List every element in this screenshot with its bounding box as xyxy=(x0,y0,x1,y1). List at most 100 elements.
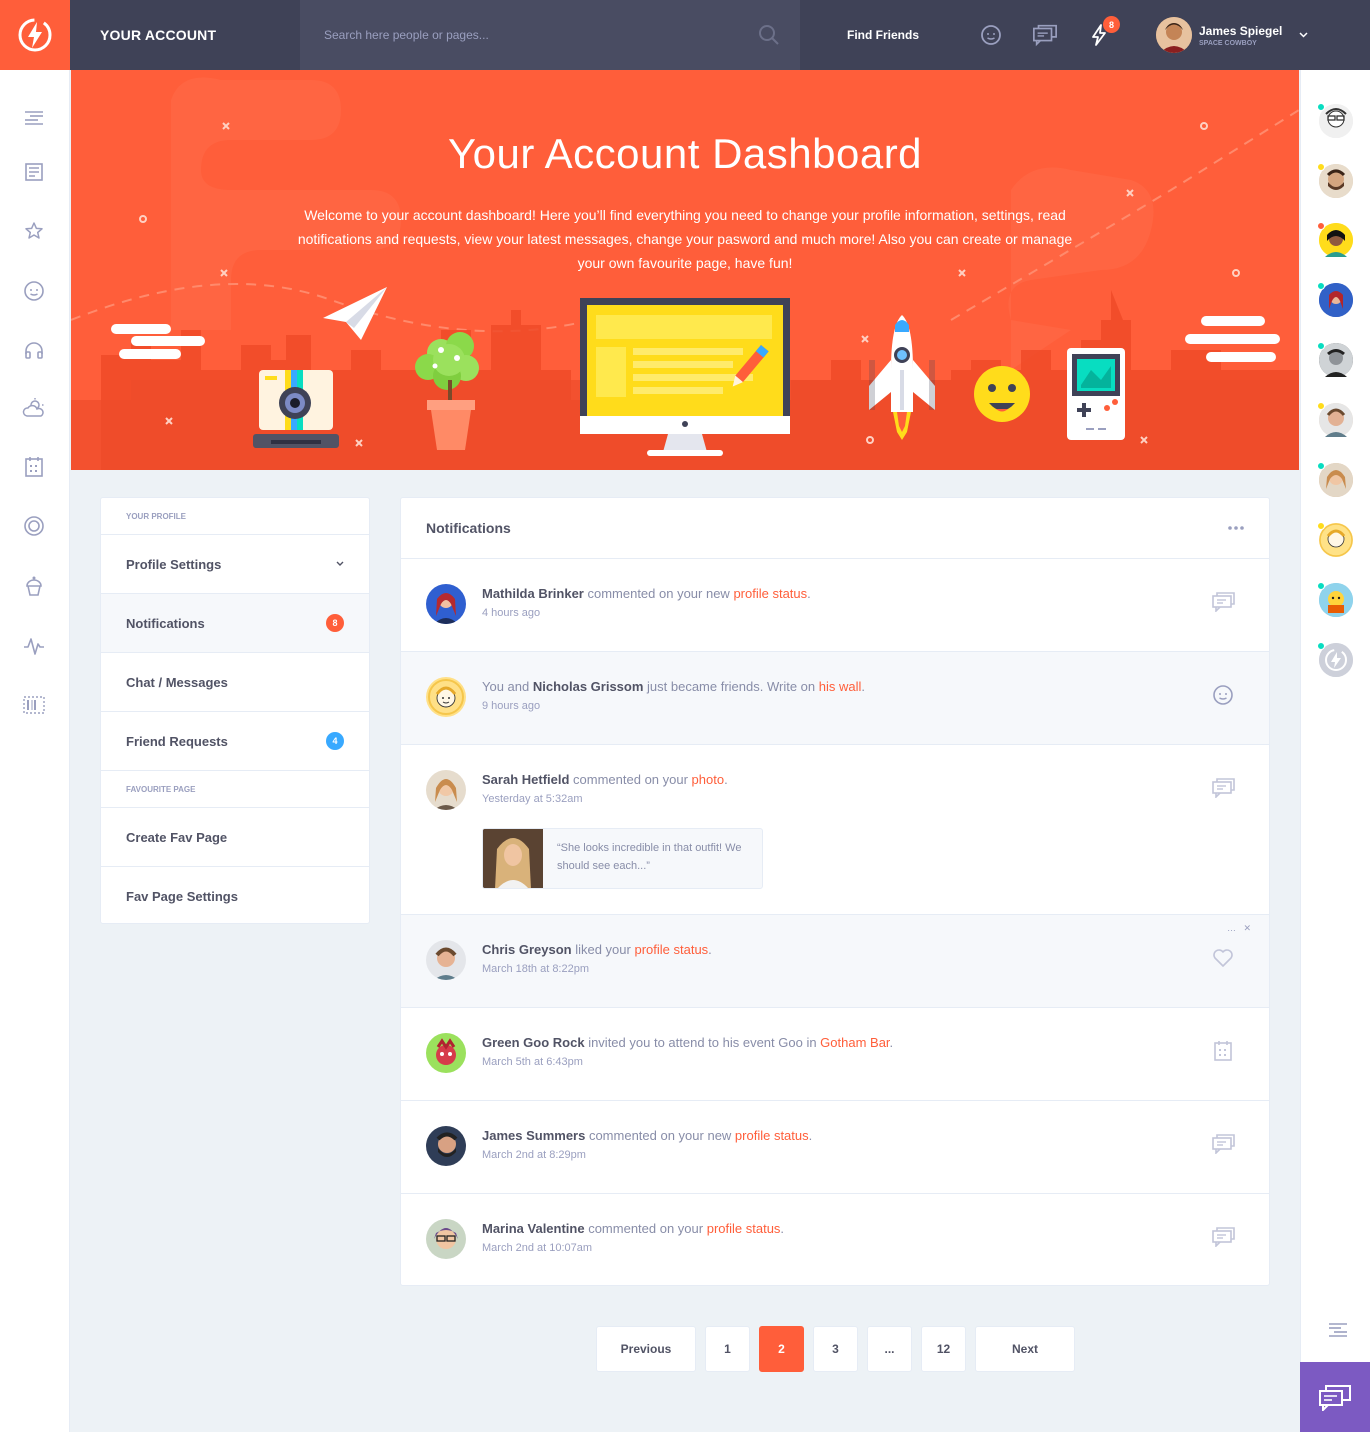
notification-row[interactable]: Sarah Hetfield commented on your photo. … xyxy=(401,745,1269,915)
page-button-12[interactable]: 12 xyxy=(921,1326,966,1372)
more-options-icon[interactable] xyxy=(1228,526,1244,530)
calendar-icon[interactable] xyxy=(1211,1039,1235,1063)
menu-item-label: Chat / Messages xyxy=(126,674,228,690)
avatar[interactable] xyxy=(426,584,466,624)
notification-author[interactable]: Sarah Hetfield xyxy=(482,772,569,787)
menu-item-notifications[interactable]: Notifications 8 xyxy=(101,594,369,653)
avatar[interactable] xyxy=(426,677,466,717)
settings-sliders-icon[interactable] xyxy=(1326,1318,1350,1342)
chevron-down-icon[interactable] xyxy=(336,561,344,567)
page-button-3[interactable]: 3 xyxy=(813,1326,858,1372)
menu-icon[interactable] xyxy=(22,106,46,130)
notification-author[interactable]: Chris Greyson xyxy=(482,942,572,957)
cupcake-icon[interactable] xyxy=(22,574,46,598)
menu-item-friend-requests[interactable]: Friend Requests 4 xyxy=(101,712,369,771)
notification-row[interactable]: Marina Valentine commented on your profi… xyxy=(401,1194,1269,1285)
menu-item-label: Profile Settings xyxy=(126,556,222,572)
notification-link[interactable]: profile status xyxy=(735,1128,809,1143)
more-options-icon[interactable]: … xyxy=(1227,923,1236,933)
friend-avatar[interactable] xyxy=(1317,163,1353,198)
notification-author[interactable]: Nicholas Grissom xyxy=(533,679,644,694)
notification-time: 4 hours ago xyxy=(482,607,541,619)
menu-item-profile-settings[interactable]: Profile Settings xyxy=(101,535,369,594)
notification-row[interactable]: Mathilda Brinker commented on your new p… xyxy=(401,559,1269,652)
target-icon[interactable] xyxy=(22,514,46,538)
friend-avatar[interactable] xyxy=(1317,222,1353,257)
notification-link[interactable]: profile status xyxy=(634,942,708,957)
search-input[interactable] xyxy=(324,28,724,42)
friend-avatar[interactable] xyxy=(1317,282,1353,317)
comment-icon[interactable] xyxy=(1211,776,1235,800)
avatar[interactable] xyxy=(426,770,466,810)
weather-icon[interactable] xyxy=(22,396,46,420)
pagination: Previous 1 2 3 ... 12 Next xyxy=(596,1326,1084,1372)
page-ellipsis[interactable]: ... xyxy=(867,1326,912,1372)
avatar[interactable] xyxy=(426,1219,466,1259)
happy-face-icon[interactable] xyxy=(1211,683,1235,707)
open-chat-button[interactable] xyxy=(1300,1362,1370,1432)
friend-avatar[interactable] xyxy=(1317,522,1353,557)
photo-thumbnail[interactable] xyxy=(483,829,543,888)
avatar[interactable] xyxy=(426,1033,466,1073)
comment-preview[interactable]: “She looks incredible in that outfit! We… xyxy=(482,828,763,889)
notification-author[interactable]: Mathilda Brinker xyxy=(482,586,584,601)
friend-requests-icon[interactable] xyxy=(978,22,1004,48)
star-icon[interactable] xyxy=(22,219,46,243)
friend-avatar[interactable] xyxy=(1317,342,1353,377)
next-page-button[interactable]: Next xyxy=(975,1326,1075,1372)
user-name: James Spiegel xyxy=(1199,23,1283,38)
notifications-icon[interactable]: 8 xyxy=(1086,16,1120,48)
right-sidebar xyxy=(1300,70,1370,1432)
friend-avatar[interactable] xyxy=(1317,402,1353,437)
notification-author[interactable]: James Summers xyxy=(482,1128,585,1143)
headphones-icon[interactable] xyxy=(22,338,46,362)
notification-link[interactable]: photo xyxy=(692,772,725,787)
heart-icon[interactable] xyxy=(1211,946,1235,970)
page-button-2[interactable]: 2 xyxy=(759,1326,804,1372)
menu-item-fav-page-settings[interactable]: Fav Page Settings xyxy=(101,867,369,926)
barcode-icon[interactable] xyxy=(22,693,46,717)
row-actions: … ✕ xyxy=(1227,923,1251,934)
activity-icon[interactable] xyxy=(22,634,46,658)
find-friends-link[interactable]: Find Friends xyxy=(847,28,919,42)
notification-row[interactable]: James Summers commented on your new prof… xyxy=(401,1101,1269,1194)
avatar[interactable] xyxy=(426,940,466,980)
newsfeed-icon[interactable] xyxy=(22,160,46,184)
calendar-icon[interactable] xyxy=(22,455,46,479)
friend-avatar[interactable] xyxy=(1317,582,1353,617)
friend-avatar[interactable] xyxy=(1317,462,1353,497)
notification-time: 9 hours ago xyxy=(482,700,541,712)
notification-link[interactable]: profile status xyxy=(733,586,807,601)
notification-author[interactable]: Green Goo Rock xyxy=(482,1035,585,1050)
notification-row[interactable]: You and Nicholas Grissom just became fri… xyxy=(401,652,1269,745)
previous-page-button[interactable]: Previous xyxy=(596,1326,696,1372)
page-button-1[interactable]: 1 xyxy=(705,1326,750,1372)
left-sidebar xyxy=(0,70,70,1432)
logo[interactable] xyxy=(0,0,70,70)
notification-author[interactable]: Marina Valentine xyxy=(482,1221,585,1236)
user-avatar[interactable] xyxy=(1156,17,1192,53)
notification-time: March 2nd at 10:07am xyxy=(482,1242,593,1254)
menu-item-chat-messages[interactable]: Chat / Messages xyxy=(101,653,369,712)
menu-item-create-fav-page[interactable]: Create Fav Page xyxy=(101,808,369,867)
user-menu[interactable]: James Spiegel SPACE COWBOY xyxy=(1156,17,1308,53)
happy-face-icon[interactable] xyxy=(22,279,46,303)
notification-text: Marina Valentine commented on your profi… xyxy=(482,1221,785,1236)
search-icon[interactable] xyxy=(758,24,780,46)
comment-icon[interactable] xyxy=(1211,1225,1235,1249)
messages-icon[interactable] xyxy=(1032,22,1058,48)
avatar[interactable] xyxy=(426,1126,466,1166)
comment-icon[interactable] xyxy=(1211,590,1235,614)
notification-link[interactable]: profile status xyxy=(707,1221,781,1236)
notification-row[interactable]: … ✕ Chris Greyson liked your profile sta… xyxy=(401,915,1269,1008)
notifications-badge: 8 xyxy=(1103,16,1120,33)
notification-link[interactable]: his wall xyxy=(819,679,862,694)
friend-avatar[interactable] xyxy=(1317,642,1353,677)
comment-icon[interactable] xyxy=(1211,1132,1235,1156)
notification-row[interactable]: Green Goo Rock invited you to attend to … xyxy=(401,1008,1269,1101)
chevron-down-icon[interactable] xyxy=(1299,32,1308,38)
close-icon[interactable]: ✕ xyxy=(1243,923,1251,933)
notification-link[interactable]: Gotham Bar xyxy=(820,1035,889,1050)
search-bar xyxy=(300,0,800,70)
friend-avatar[interactable] xyxy=(1317,103,1353,138)
